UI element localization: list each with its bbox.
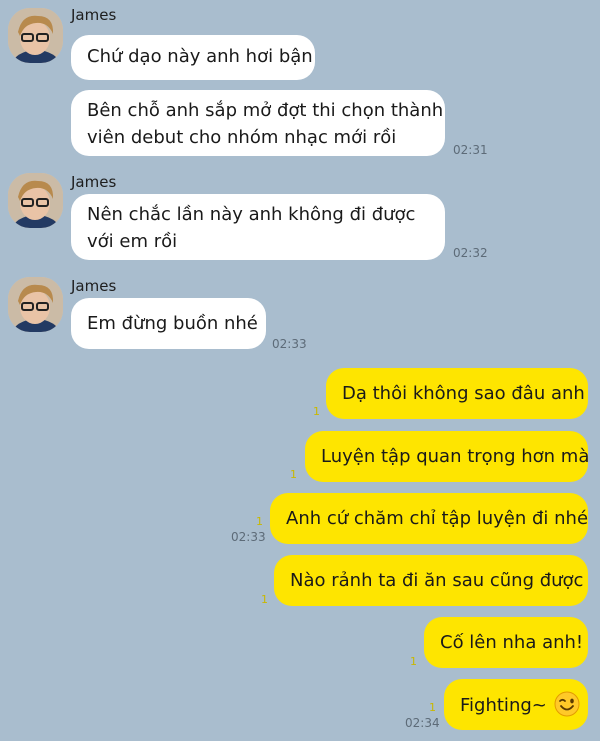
message-text: Nên chắc lần này anh không đi được	[87, 204, 416, 225]
message-bubble[interactable]: Dạ thôi không sao đâu anh	[326, 368, 588, 419]
message-text: Cố lên nha anh!	[440, 632, 584, 653]
message-text: Dạ thôi không sao đâu anh	[342, 383, 585, 404]
message-text: Luyện tập quan trọng hơn mà	[321, 446, 590, 467]
message-text: Bên chỗ anh sắp mở đợt thi chọn thành	[87, 100, 444, 121]
timestamp: 02:33	[231, 530, 266, 544]
avatar[interactable]	[8, 173, 63, 228]
timestamp: 02:34	[405, 716, 440, 730]
message-text: Anh cứ chăm chỉ tập luyện đi nhé	[286, 508, 589, 529]
timestamp: 02:33	[272, 337, 307, 351]
message-bubble[interactable]: Fighting~	[444, 679, 588, 730]
message-bubble[interactable]: Bên chỗ anh sắp mở đợt thi chọn thành vi…	[71, 90, 445, 156]
timestamp: 02:32	[453, 246, 488, 260]
avatar[interactable]	[8, 277, 63, 332]
unread-count: 1	[261, 593, 268, 606]
unread-count: 1	[429, 701, 436, 714]
message-bubble[interactable]: Chứ dạo này anh hơi bận	[71, 35, 315, 80]
unread-count: 1	[313, 405, 320, 418]
message-bubble[interactable]: Nên chắc lần này anh không đi được với e…	[71, 194, 445, 260]
sender-name: James	[71, 277, 117, 295]
message-text: với em rồi	[87, 231, 178, 252]
avatar[interactable]	[8, 8, 63, 63]
message-text: Em đừng buồn nhé	[87, 313, 258, 334]
timestamp: 02:31	[453, 143, 488, 157]
unread-count: 1	[290, 468, 297, 481]
sender-name: James	[71, 6, 117, 24]
message-text: Nào rảnh ta đi ăn sau cũng được	[290, 570, 584, 591]
wink-emoji-icon	[554, 691, 580, 725]
message-bubble[interactable]: Cố lên nha anh!	[424, 617, 588, 668]
sender-name: James	[71, 173, 117, 191]
unread-count: 1	[410, 655, 417, 668]
message-bubble[interactable]: Anh cứ chăm chỉ tập luyện đi nhé	[270, 493, 588, 544]
unread-count: 1	[256, 515, 263, 528]
message-text: Chứ dạo này anh hơi bận	[87, 46, 313, 67]
message-bubble[interactable]: Em đừng buồn nhé	[71, 298, 266, 349]
message-text: viên debut cho nhóm nhạc mới rồi	[87, 127, 397, 148]
message-bubble[interactable]: Luyện tập quan trọng hơn mà	[305, 431, 590, 482]
message-text: Fighting~	[460, 695, 547, 716]
message-bubble[interactable]: Nào rảnh ta đi ăn sau cũng được	[274, 555, 588, 606]
